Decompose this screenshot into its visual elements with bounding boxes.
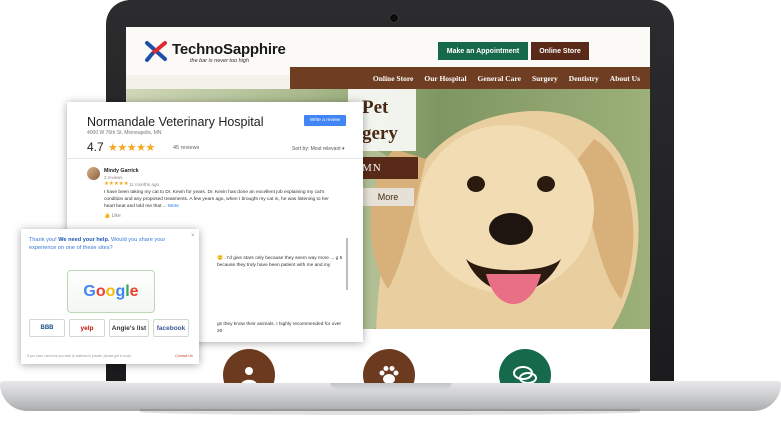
brand-name[interactable]: TechnoSapphire	[172, 41, 286, 58]
review-text-fragment-2: gs they know their animals. I highly rec…	[217, 322, 341, 334]
review-stars: ★★★★★	[104, 181, 129, 187]
popup-thanks: Thank you!	[29, 237, 59, 243]
bbb-icon: BBB	[40, 325, 54, 331]
review-more-link[interactable]: More	[168, 204, 179, 209]
like-button[interactable]: 👍 Like	[104, 213, 121, 219]
thumbs-up-icon: 👍	[104, 213, 111, 219]
write-review-button[interactable]: Write a review	[304, 115, 346, 126]
appointment-button[interactable]: Make an Appointment	[438, 42, 528, 60]
chat-icon[interactable]	[499, 349, 551, 383]
average-rating: 4.7	[87, 140, 104, 154]
hero-heading-line2: gery	[362, 123, 398, 144]
google-letter: G	[83, 282, 96, 300]
feedback-popup: × Thank you! We need your help. Would yo…	[21, 229, 199, 364]
hero-heading-line1: Pet	[362, 97, 389, 118]
reviewer-review-count: 2 reviews	[104, 175, 123, 180]
nav-item-about-us[interactable]: About Us	[610, 74, 640, 83]
contact-us-link[interactable]: Contact Us	[175, 354, 193, 358]
google-letter: o	[105, 282, 116, 300]
rating-stars: ★★★★★	[108, 142, 155, 154]
nav-item-general-care[interactable]: General Care	[478, 74, 521, 83]
main-nav: Online Store Our Hospital General Care S…	[290, 67, 650, 89]
yelp-review-button[interactable]: yelp	[69, 319, 105, 337]
like-label: Like	[111, 213, 121, 219]
reviewer-name[interactable]: Mindy Garrick	[104, 168, 139, 174]
nav-item-online-store[interactable]: Online Store	[373, 74, 414, 83]
paw-icon[interactable]	[363, 349, 415, 383]
bbb-review-button[interactable]: BBB	[29, 319, 65, 337]
divider	[67, 158, 363, 159]
review-text: I have been taking my cat to Dr. Kevin f…	[104, 189, 339, 210]
review-count-link[interactable]: 45 reviews	[173, 145, 199, 151]
avatar[interactable]	[87, 167, 100, 180]
google-letter: o	[95, 282, 106, 300]
camera-icon	[389, 13, 399, 23]
brand-tagline: the bar is never too high	[190, 58, 250, 64]
review-time: 11 months ago	[129, 182, 160, 187]
learn-more-button[interactable]: More	[362, 188, 414, 206]
google-letter: g	[115, 282, 126, 300]
online-store-button[interactable]: Online Store	[531, 42, 589, 60]
nav-item-surgery[interactable]: Surgery	[532, 74, 558, 83]
nav-item-our-hospital[interactable]: Our Hospital	[424, 74, 466, 83]
review-text-fragment: 🙂 . I'd give stars only because they see…	[217, 256, 343, 268]
logo-icon	[145, 41, 167, 62]
popup-message: Thank you! We need your help. Would you …	[29, 236, 189, 252]
business-address: 4000 W 76th St, Minneapolis, MN	[87, 130, 162, 136]
facebook-review-button[interactable]: facebook	[153, 319, 189, 337]
hero-location-text: MN	[362, 162, 382, 174]
sort-dropdown[interactable]: Sort by: Most relevant ▾	[292, 146, 345, 152]
popup-help: We need your help.	[58, 237, 110, 243]
popup-footer-text: If you have concerns you wish to address…	[27, 354, 132, 358]
google-review-button[interactable]: Google	[67, 270, 155, 313]
doctor-icon[interactable]	[223, 349, 275, 383]
close-icon[interactable]: ×	[191, 233, 195, 239]
review-body: I have been taking my cat to Dr. Kevin f…	[104, 190, 329, 209]
laptop-shadow	[140, 409, 640, 415]
google-letter: e	[129, 282, 139, 300]
angies-list-review-button[interactable]: Angie's list	[109, 319, 149, 337]
business-title: Normandale Veterinary Hospital	[87, 115, 264, 129]
nav-item-dentistry[interactable]: Dentistry	[569, 74, 599, 83]
